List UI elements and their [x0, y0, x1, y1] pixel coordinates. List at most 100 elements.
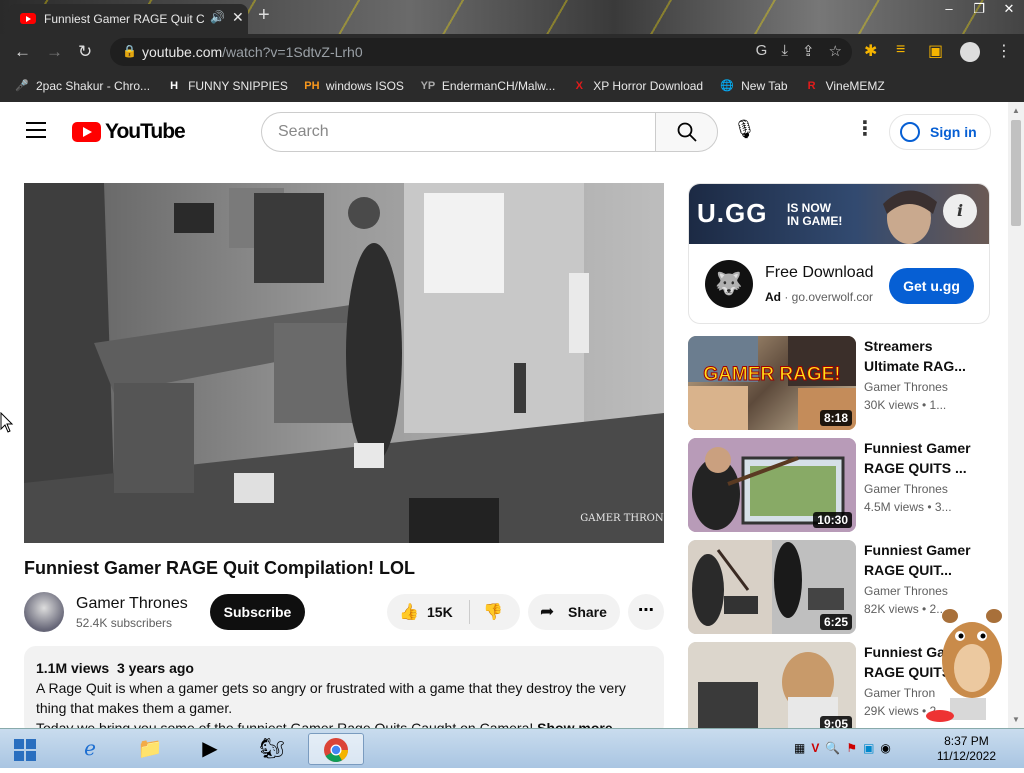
- share-arrow-icon: ➦: [540, 602, 555, 621]
- description-line-2: thing that makes them a gamer.: [36, 700, 233, 716]
- bookmark-label: windows ISOS: [325, 79, 404, 93]
- sign-in-button[interactable]: Sign in: [889, 114, 991, 150]
- media-player-icon[interactable]: ▶: [182, 733, 238, 765]
- channel-avatar[interactable]: [24, 592, 64, 632]
- ad-cta-button[interactable]: Get u.gg: [889, 268, 974, 304]
- video-frame: GAMER THRONES: [24, 183, 664, 543]
- taskbar-clock[interactable]: 8:37 PM 11/12/2022: [937, 734, 996, 764]
- upload-age: 3 years ago: [116, 660, 194, 676]
- like-thumb-icon[interactable]: 👍: [399, 602, 419, 622]
- mouse-cursor-icon: [0, 412, 14, 433]
- related-thumbnail[interactable]: 6:25: [688, 540, 856, 634]
- chrome-taskbar-icon[interactable]: [308, 733, 364, 765]
- lock-icon[interactable]: 🔒: [122, 44, 137, 58]
- subscriber-count: 52.4K subscribers: [76, 616, 173, 630]
- internet-explorer-icon[interactable]: ℯ: [62, 733, 118, 765]
- omnibox-actions: G ⤓ ⇪ ☆: [756, 42, 842, 60]
- like-dislike-group: 👍 15K 👎: [387, 594, 520, 630]
- share-page-icon[interactable]: ⇪: [802, 42, 815, 60]
- search-input[interactable]: Search: [261, 112, 655, 152]
- close-tab-icon[interactable]: ✕: [232, 9, 244, 26]
- bookmark-label: New Tab: [741, 79, 788, 93]
- scrollbar-thumb[interactable]: [1011, 120, 1021, 226]
- bookmark-label: VineMEMZ: [825, 79, 885, 93]
- file-explorer-icon[interactable]: 📁: [122, 733, 178, 765]
- like-divider: [469, 600, 470, 624]
- restore-icon[interactable]: ❐: [964, 0, 994, 18]
- bookmark-item[interactable]: PH windows ISOS: [304, 78, 404, 94]
- install-icon[interactable]: ⤓: [781, 42, 788, 60]
- microphone-icon[interactable]: 🎙: [733, 119, 756, 140]
- related-video-item[interactable]: 10:30 Funniest Gamer RAGE QUITS ... Game…: [688, 438, 1008, 532]
- hamster-mascot-icon[interactable]: [920, 598, 1016, 728]
- video-player[interactable]: GAMER THRONES: [24, 183, 664, 543]
- display-icon[interactable]: ▣: [863, 741, 874, 755]
- new-tab-button[interactable]: +: [258, 4, 270, 27]
- clock-time: 8:37 PM: [944, 734, 989, 748]
- side-panel-icon[interactable]: ▣: [928, 41, 943, 61]
- windows-start-icon[interactable]: [14, 739, 36, 761]
- bookmark-star-icon[interactable]: ☆: [829, 42, 842, 60]
- speaker-icon[interactable]: 🔊: [210, 10, 225, 24]
- media-queue-icon[interactable]: ≡: [896, 41, 905, 59]
- related-meta: 30K views • 1...: [864, 398, 947, 412]
- extensions-puzzle-icon[interactable]: ✱: [864, 41, 877, 61]
- youtube-header: YouTube Search 🎙 ⋮ Sign in: [0, 102, 1008, 158]
- bookmark-item[interactable]: X XP Horror Download: [571, 78, 704, 94]
- flag-icon[interactable]: ⚑: [846, 741, 857, 755]
- uc-browser-icon[interactable]: 🐿: [244, 733, 300, 765]
- ad-title: Free Download: [765, 264, 874, 281]
- ad-source: Ad · go.overwolf.cor: [765, 290, 874, 304]
- like-count[interactable]: 15K: [427, 604, 453, 620]
- related-video-item[interactable]: GAMER RAGE! 8:18 Streamers Ultimate RAG.…: [688, 336, 1008, 430]
- reload-icon[interactable]: ↻: [78, 42, 92, 62]
- youtube-favicon-icon: [20, 13, 36, 24]
- bookmark-item[interactable]: R VineMEMZ: [804, 78, 885, 94]
- view-stats: 1.1M views 3 years ago: [36, 658, 652, 678]
- url-text[interactable]: youtube.com/watch?v=1SdtvZ-Lrh0: [142, 44, 363, 60]
- chrome-menu-icon[interactable]: ⋮: [996, 41, 1012, 61]
- forward-icon[interactable]: →: [46, 42, 63, 62]
- subscribe-button[interactable]: Subscribe: [210, 594, 305, 630]
- related-meta: 4.5M views • 3...: [864, 500, 952, 514]
- related-thumbnail[interactable]: GAMER RAGE! 8:18: [688, 336, 856, 430]
- settings-more-icon[interactable]: ⋮: [855, 116, 875, 141]
- related-channel: Gamer Thrones: [864, 482, 948, 496]
- menu-hamburger-icon[interactable]: [26, 122, 46, 138]
- related-title: Funniest Gamer RAGE QUITS ...: [864, 440, 971, 476]
- search-tray-icon[interactable]: 🔍: [825, 741, 840, 755]
- related-thumbnail[interactable]: 9:05: [688, 642, 856, 736]
- page-scrollbar[interactable]: ▲ ▼: [1008, 102, 1024, 728]
- more-actions-button[interactable]: ⋯: [628, 594, 664, 630]
- channel-name[interactable]: Gamer Thrones: [76, 595, 188, 613]
- ad-banner[interactable]: U.GG IS NOW IN GAME! i: [689, 184, 989, 244]
- scroll-up-icon[interactable]: ▲: [1012, 106, 1020, 115]
- antivirus-icon[interactable]: V: [811, 741, 819, 755]
- minimize-icon[interactable]: –: [934, 0, 964, 18]
- bookmark-item[interactable]: 🎤 2pac Shakur - Chro...: [14, 78, 150, 94]
- address-bar[interactable]: 🔒 youtube.com/watch?v=1SdtvZ-Lrh0 G ⤓ ⇪ …: [110, 38, 852, 66]
- ad-info-icon[interactable]: i: [943, 194, 977, 228]
- bookmark-item[interactable]: YP EndermanCH/Malw...: [420, 78, 556, 94]
- back-icon[interactable]: ←: [14, 42, 31, 62]
- share-button[interactable]: ➦ Share: [528, 594, 620, 630]
- scroll-down-icon[interactable]: ▼: [1012, 715, 1020, 724]
- tab-youtube[interactable]: Funniest Gamer RAGE Quit C 🔊 ✕: [8, 4, 248, 34]
- network-icon[interactable]: ▦: [794, 741, 805, 755]
- youtube-logo[interactable]: YouTube: [72, 120, 186, 144]
- bookmark-item[interactable]: 🌐 New Tab: [719, 78, 787, 94]
- google-lens-icon[interactable]: G: [756, 42, 768, 60]
- volume-icon[interactable]: ◉: [880, 741, 890, 755]
- bookmark-item[interactable]: H FUNNY SNIPPIES: [166, 78, 288, 94]
- related-thumbnail[interactable]: 10:30: [688, 438, 856, 532]
- profile-avatar-icon[interactable]: [960, 42, 980, 62]
- thumbnail-caption: GAMER RAGE!: [703, 364, 840, 385]
- search-button[interactable]: [655, 112, 718, 152]
- sidebar-ad[interactable]: U.GG IS NOW IN GAME! i 🐺 Free Download Ad…: [688, 183, 990, 324]
- description-box[interactable]: 1.1M views 3 years ago A Rage Quit is wh…: [24, 646, 664, 736]
- close-window-icon[interactable]: ✕: [994, 0, 1024, 18]
- related-title: Funniest Gamer RAGE QUIT...: [864, 542, 971, 578]
- dislike-thumb-icon[interactable]: 👎: [483, 602, 503, 622]
- bookmark-label: EndermanCH/Malw...: [441, 79, 556, 93]
- ad-tagline-1: IS NOW: [787, 201, 831, 215]
